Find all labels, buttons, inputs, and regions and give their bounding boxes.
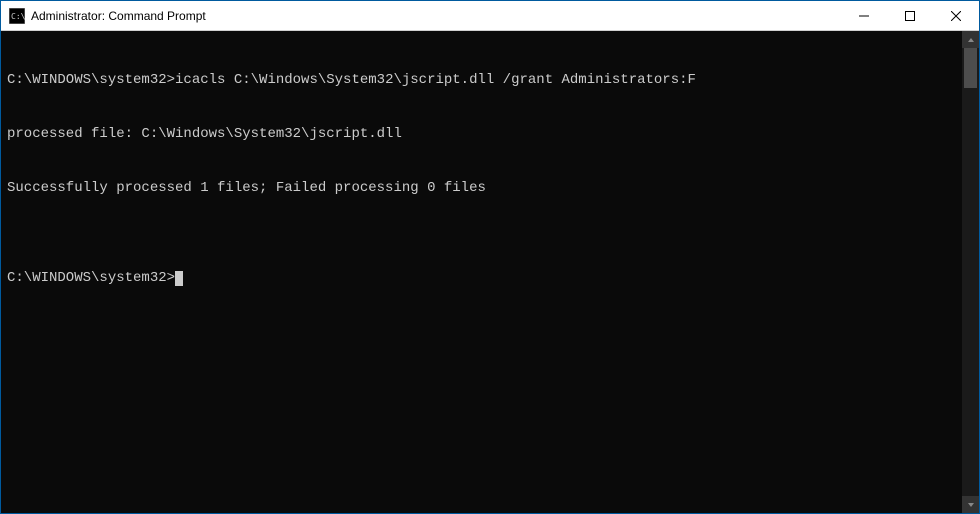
client-area: C:\WINDOWS\system32>icacls C:\Windows\Sy… bbox=[1, 31, 979, 513]
console-output[interactable]: C:\WINDOWS\system32>icacls C:\Windows\Sy… bbox=[1, 31, 962, 513]
prompt: C:\WINDOWS\system32> bbox=[7, 72, 175, 88]
console-line: processed file: C:\Windows\System32\jscr… bbox=[7, 125, 956, 143]
scroll-down-arrow-icon[interactable] bbox=[962, 496, 979, 513]
close-button[interactable] bbox=[933, 1, 979, 30]
close-icon bbox=[951, 11, 961, 21]
scroll-up-arrow-icon[interactable] bbox=[962, 31, 979, 48]
console-line: C:\WINDOWS\system32>icacls C:\Windows\Sy… bbox=[7, 71, 956, 89]
command-text: icacls C:\Windows\System32\jscript.dll /… bbox=[175, 72, 696, 88]
cursor bbox=[175, 271, 183, 286]
console-line: Successfully processed 1 files; Failed p… bbox=[7, 179, 956, 197]
scrollbar-thumb[interactable] bbox=[964, 48, 977, 88]
window-title: Administrator: Command Prompt bbox=[31, 9, 841, 23]
command-prompt-window: C:\ Administrator: Command Prompt bbox=[0, 0, 980, 514]
minimize-icon bbox=[859, 11, 869, 21]
cmd-icon: C:\ bbox=[9, 8, 25, 24]
minimize-button[interactable] bbox=[841, 1, 887, 30]
titlebar[interactable]: C:\ Administrator: Command Prompt bbox=[1, 1, 979, 31]
vertical-scrollbar[interactable] bbox=[962, 31, 979, 513]
window-controls bbox=[841, 1, 979, 30]
maximize-button[interactable] bbox=[887, 1, 933, 30]
scrollbar-track[interactable] bbox=[962, 48, 979, 496]
console-line: C:\WINDOWS\system32> bbox=[7, 269, 956, 287]
maximize-icon bbox=[905, 11, 915, 21]
prompt: C:\WINDOWS\system32> bbox=[7, 270, 175, 286]
svg-text:C:\: C:\ bbox=[11, 12, 25, 21]
